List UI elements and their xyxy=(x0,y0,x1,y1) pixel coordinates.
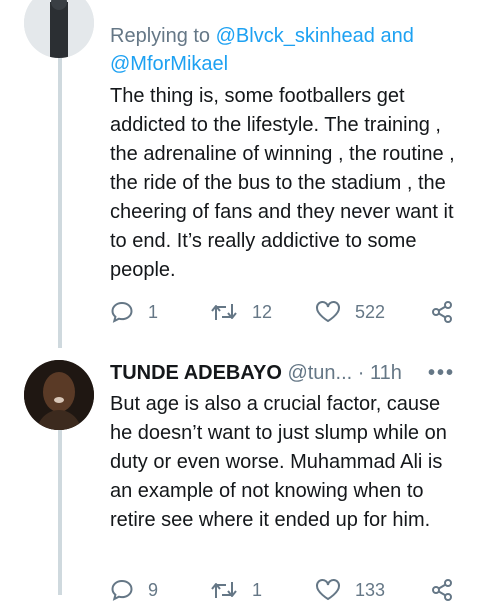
avatar[interactable] xyxy=(24,0,94,58)
avatar-image xyxy=(24,360,94,430)
and-label: and xyxy=(380,25,414,47)
retweet-icon xyxy=(211,304,237,320)
retweet-count: 1 xyxy=(252,579,263,600)
mention-link[interactable]: @Blvck_skinhead xyxy=(216,25,375,47)
share-icon xyxy=(432,579,452,601)
replying-label: Replying to xyxy=(110,25,211,47)
retweet-button[interactable]: 1 xyxy=(210,578,262,602)
tweet-text: But age is also a crucial factor, cause … xyxy=(110,393,447,531)
like-icon xyxy=(316,301,340,323)
tweet-actions: 1 12 522 xyxy=(110,300,455,330)
like-button[interactable]: 522 xyxy=(315,300,385,324)
retweet-button[interactable]: 12 xyxy=(210,300,272,324)
tweet-text: The thing is, some footballers get addic… xyxy=(110,85,455,281)
tweet-header: TUNDE ADEBAYO @tun... · 11h ••• xyxy=(110,360,455,386)
avatar[interactable] xyxy=(24,360,94,430)
share-button[interactable] xyxy=(430,578,454,602)
retweet-icon xyxy=(211,582,237,598)
more-icon[interactable]: ••• xyxy=(428,360,455,386)
separator: · xyxy=(357,362,365,384)
reply-count: 1 xyxy=(148,301,159,322)
reply-button[interactable]: 1 xyxy=(110,300,158,324)
tweet-actions: 9 1 133 xyxy=(110,578,455,608)
like-count: 522 xyxy=(355,301,386,322)
replying-to: Replying to @Blvck_skinhead and @MforMik… xyxy=(110,22,460,78)
mention-link[interactable]: @MforMikael xyxy=(110,53,228,75)
share-icon xyxy=(432,301,452,323)
reply-icon xyxy=(111,301,133,323)
timestamp[interactable]: 11h xyxy=(370,362,402,384)
like-icon xyxy=(316,579,340,601)
reply-icon xyxy=(111,579,133,601)
thread-line-lower xyxy=(58,430,62,595)
author-handle[interactable]: @tun... xyxy=(287,362,352,384)
author-name[interactable]: TUNDE ADEBAYO xyxy=(110,362,282,384)
share-button[interactable] xyxy=(430,300,454,324)
avatar-image xyxy=(24,0,94,58)
thread-line xyxy=(58,58,62,348)
reply-button[interactable]: 9 xyxy=(110,578,158,602)
like-count: 133 xyxy=(355,579,386,600)
reply-count: 9 xyxy=(148,579,159,600)
retweet-count: 12 xyxy=(252,301,273,322)
like-button[interactable]: 133 xyxy=(315,578,385,602)
